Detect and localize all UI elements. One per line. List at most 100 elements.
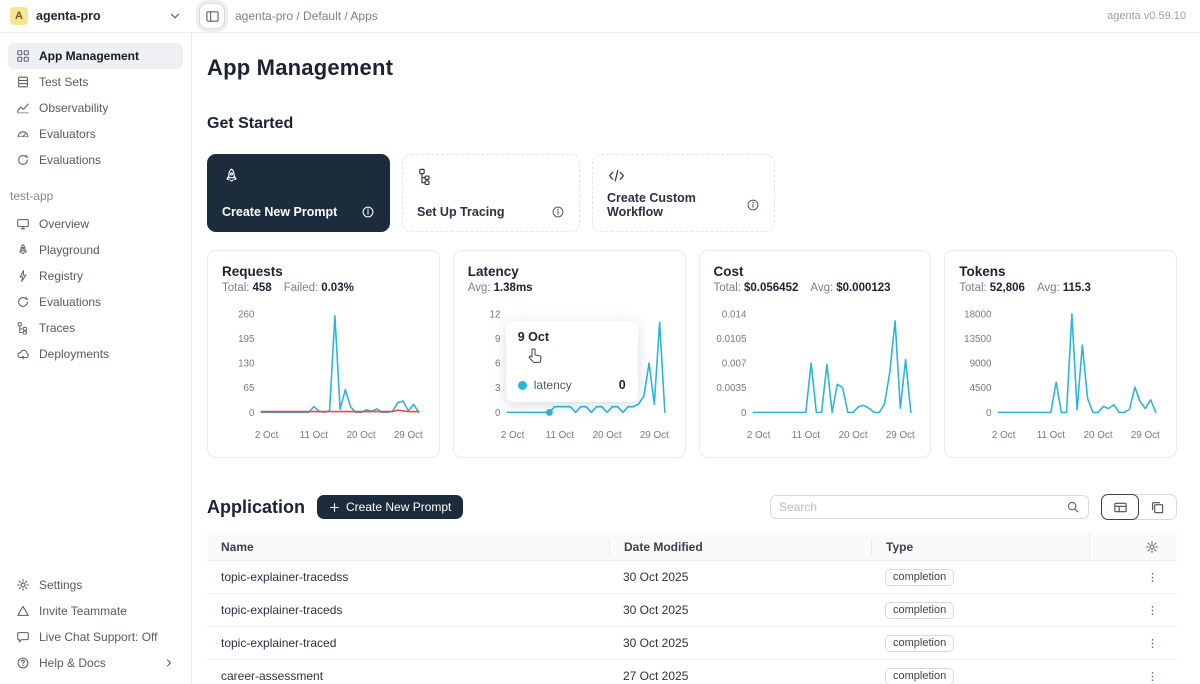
sidebar-item-label: Test Sets	[39, 75, 88, 89]
svg-text:29 Oct: 29 Oct	[885, 430, 914, 441]
svg-text:20 Oct: 20 Oct	[838, 430, 867, 441]
svg-text:65: 65	[244, 383, 255, 394]
sidebar-item-label: Settings	[39, 578, 82, 592]
breadcrumb[interactable]: agenta-pro / Default / Apps	[235, 9, 378, 23]
table-row[interactable]: topic-explainer-traceds 30 Oct 2025 comp…	[207, 594, 1177, 627]
svg-text:2 Oct: 2 Oct	[992, 430, 1016, 441]
sidebar-item-observability[interactable]: Observability	[8, 95, 183, 121]
svg-text:4500: 4500	[970, 383, 992, 394]
info-icon[interactable]	[551, 205, 565, 219]
tooltip-date: 9 Oct	[518, 330, 626, 344]
main-content: App Management Get Started Create New Pr…	[192, 33, 1200, 684]
sidebar-item-evaluations[interactable]: Evaluations	[8, 147, 183, 173]
metric-title: Latency	[468, 264, 671, 279]
svg-text:6: 6	[495, 359, 501, 370]
row-menu-button[interactable]	[1146, 604, 1159, 617]
workspace-name: agenta-pro	[36, 9, 160, 23]
sidebar-item-invite-teammate[interactable]: Invite Teammate	[8, 598, 183, 624]
set-up-tracing-card[interactable]: Set Up Tracing	[402, 154, 580, 232]
sidebar-item-label: Invite Teammate	[39, 604, 127, 618]
info-icon[interactable]	[746, 198, 760, 212]
search-input[interactable]	[779, 500, 1060, 514]
sidebar-item-overview[interactable]: Overview	[8, 211, 183, 237]
refresh-circle-icon	[16, 295, 30, 309]
gear-icon[interactable]	[1145, 540, 1163, 554]
svg-text:29 Oct: 29 Oct	[1131, 430, 1160, 441]
svg-text:0.007: 0.007	[721, 359, 746, 370]
workspace-selector[interactable]: A agenta-pro	[0, 0, 192, 32]
table-view-button[interactable]	[1101, 494, 1139, 520]
card-view-button[interactable]	[1138, 495, 1176, 519]
table-row[interactable]: topic-explainer-tracedss 30 Oct 2025 com…	[207, 561, 1177, 594]
column-header-date-modified: Date Modified	[609, 539, 871, 555]
app-name: topic-explainer-tracedss	[207, 570, 609, 584]
chevron-right-icon	[163, 657, 175, 669]
application-title: Application	[207, 497, 305, 518]
requests-chart: 0651301952602 Oct11 Oct20 Oct29 Oct	[222, 298, 425, 450]
sidebar-item-app-evaluations[interactable]: Evaluations	[8, 289, 183, 315]
metric-cards-row: Requests Total:458 Failed:0.03% 06513019…	[207, 250, 1177, 458]
svg-text:130: 130	[238, 359, 255, 370]
refresh-circle-icon	[16, 153, 30, 167]
metric-title: Tokens	[959, 264, 1162, 279]
sidebar-item-label: Playground	[39, 243, 100, 257]
tracing-tree-icon	[417, 167, 565, 186]
sidebar-item-label: Live Chat Support: Off	[39, 630, 158, 644]
date-modified: 30 Oct 2025	[609, 570, 871, 584]
sidebar-item-evaluators[interactable]: Evaluators	[8, 121, 183, 147]
sidebar-item-live-chat[interactable]: Live Chat Support: Off	[8, 624, 183, 650]
row-menu-button[interactable]	[1146, 571, 1159, 584]
sidebar-item-settings[interactable]: Settings	[8, 572, 183, 598]
card-view-icon	[1150, 500, 1165, 515]
app-name: career-assessment	[207, 669, 609, 683]
table-row[interactable]: career-assessment 27 Oct 2025 completion	[207, 660, 1177, 684]
type-badge: completion	[885, 602, 954, 619]
date-modified: 30 Oct 2025	[609, 603, 871, 617]
tooltip-value: 0	[619, 378, 626, 392]
chevron-down-icon	[168, 9, 182, 23]
create-new-prompt-card[interactable]: Create New Prompt	[207, 154, 390, 232]
chart-tooltip: 9 Oct latency 0	[506, 321, 638, 402]
rocket-icon	[16, 243, 30, 257]
app-name: topic-explainer-traced	[207, 636, 609, 650]
sidebar-collapse-button[interactable]	[199, 3, 225, 29]
search-icon[interactable]	[1066, 500, 1080, 514]
sidebar-app-section-label: test-app	[10, 189, 181, 203]
sidebar-item-deployments[interactable]: Deployments	[8, 341, 183, 367]
chat-bubble-icon	[16, 630, 30, 644]
sidebar-item-label: Help & Docs	[39, 656, 106, 670]
svg-text:195: 195	[238, 334, 255, 345]
sidebar-item-traces[interactable]: Traces	[8, 315, 183, 341]
row-menu-button[interactable]	[1146, 637, 1159, 650]
row-menu-button[interactable]	[1146, 670, 1159, 683]
sidebar-item-label: Traces	[39, 321, 75, 335]
svg-text:20 Oct: 20 Oct	[347, 430, 376, 441]
svg-text:0: 0	[741, 408, 747, 419]
tooltip-series-name: latency	[534, 378, 572, 392]
gauge-icon	[16, 127, 30, 141]
svg-text:9: 9	[495, 334, 500, 345]
svg-text:18000: 18000	[964, 309, 992, 320]
sidebar-item-test-sets[interactable]: Test Sets	[8, 69, 183, 95]
svg-text:3: 3	[495, 383, 501, 394]
sidebar-item-help-docs[interactable]: Help & Docs	[8, 650, 183, 676]
create-custom-workflow-card[interactable]: Create Custom Workflow	[592, 154, 775, 232]
metric-stats: Total:$0.056452 Avg:$0.000123	[714, 282, 917, 294]
sidebar-item-label: Registry	[39, 269, 83, 283]
svg-text:2 Oct: 2 Oct	[255, 430, 279, 441]
search-box	[770, 495, 1089, 519]
sidebar-item-playground[interactable]: Playground	[8, 237, 183, 263]
info-icon[interactable]	[361, 205, 375, 219]
view-toggle	[1101, 494, 1177, 520]
gear-icon	[16, 578, 30, 592]
sidebar-item-label: Evaluations	[39, 295, 101, 309]
table-row[interactable]: topic-explainer-traced 30 Oct 2025 compl…	[207, 627, 1177, 660]
date-modified: 30 Oct 2025	[609, 636, 871, 650]
sidebar-item-registry[interactable]: Registry	[8, 263, 183, 289]
column-header-type: Type	[871, 539, 1089, 555]
tokens-card: Tokens Total:52,806 Avg:115.3 0450090001…	[944, 250, 1177, 458]
svg-text:0: 0	[495, 408, 501, 419]
sidebar-item-app-management[interactable]: App Management	[8, 43, 183, 69]
requests-card: Requests Total:458 Failed:0.03% 06513019…	[207, 250, 440, 458]
create-new-prompt-button[interactable]: Create New Prompt	[317, 495, 463, 519]
